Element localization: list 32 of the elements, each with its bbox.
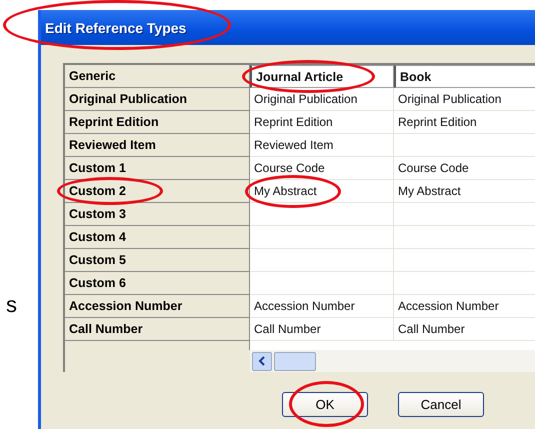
column-header: Generic: [65, 65, 250, 88]
row-header: Custom 3: [65, 203, 250, 226]
table-cell: Reprint Edition: [250, 111, 394, 134]
horizontal-scrollbar[interactable]: [250, 350, 535, 372]
row-header: Reviewed Item: [65, 134, 250, 157]
cancel-button[interactable]: Cancel: [398, 392, 484, 417]
table-cell: Call Number: [394, 318, 535, 341]
table-cell: Reviewed Item: [250, 134, 394, 157]
chevron-left-icon: [258, 356, 266, 366]
table-cell: Accession Number: [394, 295, 535, 318]
row-header: Custom 5: [65, 249, 250, 272]
row-header: Custom 6: [65, 272, 250, 295]
table-cell: Course Code: [394, 157, 535, 180]
table-cell: My Abstract: [394, 180, 535, 203]
row-header: Accession Number: [65, 295, 250, 318]
row-header: Reprint Edition: [65, 111, 250, 134]
scroll-left-button[interactable]: [252, 352, 272, 370]
table-cell: Reprint Edition: [394, 111, 535, 134]
column-header: Book: [394, 65, 535, 88]
table-cell: Original Publication: [394, 88, 535, 111]
scrollbar-thumb[interactable]: [274, 352, 316, 370]
table-cell: Original Publication: [250, 88, 394, 111]
row-header: Custom 4: [65, 226, 250, 249]
table-cell: Accession Number: [250, 295, 394, 318]
stray-letter: s: [6, 292, 17, 318]
table-cell: Course Code: [250, 157, 394, 180]
row-header: Original Publication: [65, 88, 250, 111]
table-cell: Call Number: [250, 318, 394, 341]
row-header: Custom 2: [65, 180, 250, 203]
ok-button[interactable]: OK: [282, 392, 368, 417]
row-header: Call Number: [65, 318, 250, 341]
window-title: Edit Reference Types: [45, 20, 186, 36]
